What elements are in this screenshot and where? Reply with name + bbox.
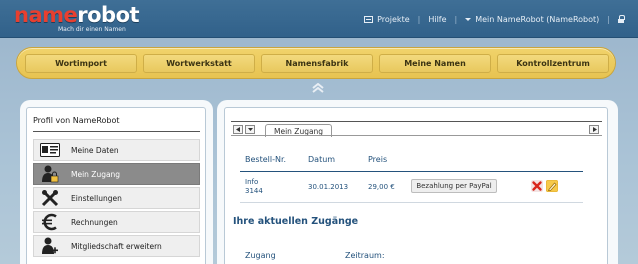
sidebar-item-einstellungen[interactable]: Einstellungen [33,187,200,209]
nav-separator: | [454,14,458,24]
projects-link[interactable]: Projekte [364,15,410,24]
tab-next-button[interactable] [589,125,599,134]
col-header-access: Zugang [245,251,276,260]
menu-item-wortimport[interactable]: Wortimport [25,54,137,73]
col-header-date: Datum [308,155,336,164]
sidebar-item-label: Rechnungen [71,217,118,227]
account-menu[interactable]: Mein NameRobot (NameRobot) [465,15,599,24]
projects-icon [364,15,374,23]
tab-strip: Mein Zugang [231,121,602,137]
sidebar-item-mitgliedschaft[interactable]: Mitgliedschaft erweitern [33,235,200,257]
sidebar-divider [33,131,200,132]
lock-icon[interactable] [618,15,625,23]
user-lock-icon [39,165,61,183]
nav-separator: | [417,14,421,24]
order-price: 29,00 € [368,183,395,191]
section-title-current-access: Ihre aktuellen Zugänge [233,216,359,227]
sidebar-item-label: Einstellungen [71,193,122,203]
delete-icon[interactable] [531,180,543,192]
sidebar-item-label: Meine Daten [71,145,119,155]
account-label: Mein NameRobot (NameRobot) [475,14,600,24]
sidebar-item-meine-daten[interactable]: Meine Daten [33,139,200,161]
chevron-down-icon [465,17,472,21]
order-date: 30.01.2013 [308,183,349,191]
sidebar: Profil von NameRobot Meine Daten Mein Zu… [26,107,206,264]
sidebar-item-label: Mitgliedschaft erweitern [71,241,162,251]
sidebar-item-label: Mein Zugang [71,169,121,179]
menu-item-namensfabrik[interactable]: Namensfabrik [261,54,373,73]
top-nav: Projekte | Hilfe | Mein NameRobot (NameR… [364,12,625,26]
sidebar-item-rechnungen[interactable]: Rechnungen [33,211,200,233]
col-header-period: Zeitraum: [345,251,385,260]
logo-tagline: Mach dir einen Namen [58,26,126,33]
top-bar: namerobot Mach dir einen Namen Projekte … [0,0,638,38]
logo-text: namerobot [14,3,140,27]
edit-icon[interactable] [546,180,558,192]
menu-item-kontrollzentrum[interactable]: Kontrollzentrum [497,54,609,73]
content-panel: Mein Zugang Bestell-Nr. Datum Preis Info… [224,107,608,264]
nav-separator: | [607,14,610,24]
order-number-line1: Info [245,178,259,186]
id-card-icon [39,141,61,159]
euro-icon [39,213,61,231]
tab-baseline [231,135,602,136]
menu-item-meine-namen[interactable]: Meine Namen [379,54,491,73]
help-link[interactable]: Hilfe [428,15,446,24]
table-row-divider [240,202,583,203]
order-number-line2: 3144 [245,187,263,195]
tab-list-button[interactable] [245,125,255,134]
projects-label: Projekte [377,14,410,24]
col-header-order-no: Bestell-Nr. [245,155,287,164]
collapse-chevron-icon[interactable] [311,83,325,93]
logo[interactable]: namerobot Mach dir einen Namen [14,3,140,33]
paypal-payment-button[interactable]: Bezahlung per PayPal [411,179,497,193]
logo-wordmark: namerobot [14,3,140,27]
sidebar-title: Profil von NameRobot [33,116,120,125]
sidebar-item-mein-zugang[interactable]: Mein Zugang [33,163,200,185]
menu-item-wortwerkstatt[interactable]: Wortwerkstatt [143,54,255,73]
user-add-icon [39,237,61,255]
main-menu: Wortimport Wortwerkstatt Namensfabrik Me… [16,47,616,79]
tab-prev-button[interactable] [233,125,243,134]
tools-icon [39,189,61,207]
col-header-price: Preis [368,155,388,164]
table-header-rule [240,171,583,172]
